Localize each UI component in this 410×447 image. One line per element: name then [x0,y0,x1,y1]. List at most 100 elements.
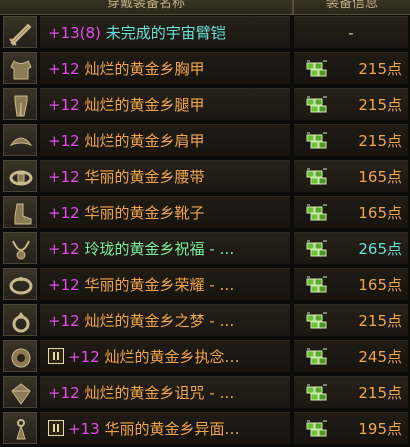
equipment-name: 玲珑的黄金乡祝福 - … [84,240,235,258]
equipment-name: 华丽的黄金乡异面… [104,420,240,438]
set-points: 215点 [358,60,402,78]
belt-icon [9,170,33,186]
amplify-level: (8) [79,24,101,42]
set-item-icon [306,420,328,442]
equipment-row[interactable]: +13 华丽的黄金乡异面… 195点 [0,411,410,445]
equipment-info-cell[interactable]: 165点 [294,160,408,192]
equipment-name-cell[interactable]: +12 玲珑的黄金乡祝福 - … [40,232,290,264]
enhance-level: +13 [48,24,80,42]
equipment-name-cell[interactable]: +12 华丽的黄金乡靴子 [40,196,290,228]
set-item-icon [306,204,328,226]
shoulder-armor-icon [9,137,33,147]
equipment-row[interactable]: +12 灿烂的黄金乡之梦 - … 215点 [0,303,410,337]
set-item-icon [306,240,328,262]
equipment-info-cell[interactable]: 215点 [294,376,408,408]
pause-badge-icon [48,419,64,436]
equipment-name-cell[interactable]: +12 华丽的黄金乡腰带 [40,160,290,192]
equipment-name-cell[interactable]: +12 灿烂的黄金乡腿甲 [40,88,290,120]
equipment-name-cell[interactable]: +12 灿烂的黄金乡肩甲 [40,124,290,156]
set-points: 195点 [358,420,402,438]
set-points: 215点 [358,312,402,330]
leg-armor-icon [14,95,28,117]
equipment-name-cell[interactable]: +12 灿烂的黄金乡执念… [40,340,290,372]
ring-icon [12,312,30,333]
name-column-header: 穿戴装备名称 [106,0,185,11]
equipment-info-cell[interactable]: 215点 [294,304,408,336]
equipment-row[interactable]: +12 灿烂的黄金乡诅咒 - … 215点 [0,375,410,409]
necklace-icon [12,240,30,260]
equipment-info-cell[interactable]: 265点 [294,232,408,264]
set-points: 215点 [358,384,402,402]
equipment-list: +13(8) 未完成的宇宙臂铠 - +12 灿烂的黄金乡胸甲 215点 +12 灿烂的黄… [0,15,410,447]
equipment-slot-icon-cell[interactable] [3,88,37,120]
enhance-level: +12 [48,132,80,150]
set-points: 215点 [358,132,402,150]
equipment-info-cell[interactable]: 165点 [294,196,408,228]
equipment-name: 华丽的黄金乡靴子 [84,204,205,222]
set-item-icon [306,348,328,370]
equipment-name-cell[interactable]: +12 灿烂的黄金乡之梦 - … [40,304,290,336]
set-item-icon [306,60,328,82]
equipment-row[interactable]: +12 玲珑的黄金乡祝福 - … 265点 [0,231,410,265]
enhance-level: +12 [48,204,80,222]
equipment-name-cell[interactable]: +13 华丽的黄金乡异面… [40,412,290,444]
bracelet-icon [9,277,33,295]
equipment-row[interactable]: +12 华丽的黄金乡荣耀 - … 165点 [0,267,410,301]
equipment-info-cell[interactable]: 195点 [294,412,408,444]
equipment-info-cell[interactable]: 215点 [294,52,408,84]
set-points: 165点 [358,204,402,222]
equipment-slot-icon-cell[interactable] [3,232,37,264]
sword-icon [9,23,32,46]
equipment-slot-icon-cell[interactable] [3,124,37,156]
equipment-name: 未完成的宇宙臂铠 [105,24,226,42]
equipment-slot-icon-cell[interactable] [3,304,37,336]
equipment-row[interactable]: +12 灿烂的黄金乡肩甲 215点 [0,123,410,157]
no-set-points: - [348,24,354,42]
equipment-row[interactable]: +12 灿烂的黄金乡执念… 245点 [0,339,410,373]
equipment-name: 灿烂的黄金乡诅咒 - … [84,384,235,402]
enhance-level: +12 [48,168,80,186]
equipment-row[interactable]: +12 华丽的黄金乡靴子 165点 [0,195,410,229]
set-item-icon [306,276,328,298]
equipment-name: 灿烂的黄金乡之梦 - … [84,312,235,330]
equipment-row[interactable]: +13(8) 未完成的宇宙臂铠 - [0,15,410,49]
equipment-name: 灿烂的黄金乡腿甲 [84,96,205,114]
equipment-info-cell[interactable]: 215点 [294,124,408,156]
set-points: 165点 [358,168,402,186]
equipment-slot-icon-cell[interactable] [3,52,37,84]
set-points: 245点 [358,348,402,366]
equipment-slot-icon-cell[interactable] [3,340,37,372]
equipment-name: 华丽的黄金乡腰带 [84,168,205,186]
equipment-slot-icon-cell[interactable] [3,196,37,228]
equipment-row[interactable]: +12 华丽的黄金乡腰带 165点 [0,159,410,193]
equipment-slot-icon-cell[interactable] [3,160,37,192]
equipment-name-cell[interactable]: +12 灿烂的黄金乡胸甲 [40,52,290,84]
equipment-slot-icon-cell[interactable] [3,268,37,300]
equipment-row[interactable]: +12 灿烂的黄金乡腿甲 215点 [0,87,410,121]
enhance-level: +12 [48,312,80,330]
equipment-name-cell[interactable]: +13(8) 未完成的宇宙臂铠 [40,16,290,48]
enhance-level: +12 [48,96,80,114]
equipment-name-cell[interactable]: +12 华丽的黄金乡荣耀 - … [40,268,290,300]
set-item-icon [306,384,328,406]
equipment-slot-icon-cell[interactable] [3,412,37,444]
equipment-info-cell[interactable]: - [294,16,408,48]
enhance-level: +12 [48,240,80,258]
equipment-row[interactable]: +12 灿烂的黄金乡胸甲 215点 [0,51,410,85]
equipment-info-cell[interactable]: 245点 [294,340,408,372]
equipment-info-cell[interactable]: 165点 [294,268,408,300]
equipment-slot-icon-cell[interactable] [3,16,37,48]
set-points: 265点 [358,240,402,258]
gem-icon [11,383,31,405]
enhance-level: +12 [48,276,80,294]
equipment-name: 灿烂的黄金乡胸甲 [84,60,205,78]
set-item-icon [306,132,328,154]
equipment-table-header: 穿戴装备名称 装备信息 [0,0,410,15]
equipment-info-cell[interactable]: 215点 [294,88,408,120]
equipment-slot-icon-cell[interactable] [3,376,37,408]
equipment-name: 华丽的黄金乡荣耀 - … [84,276,235,294]
equipment-name-cell[interactable]: +12 灿烂的黄金乡诅咒 - … [40,376,290,408]
earring-icon [16,419,26,440]
set-item-icon [306,96,328,118]
pause-badge-icon [48,347,64,364]
